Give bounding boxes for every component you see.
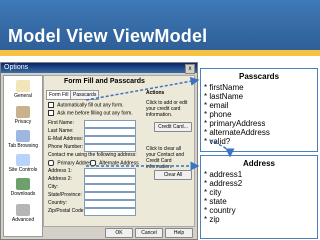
connector-arrows [85, 76, 235, 171]
arrow-to-passcards [85, 76, 200, 101]
arrow-passcards-to-address [209, 139, 235, 158]
